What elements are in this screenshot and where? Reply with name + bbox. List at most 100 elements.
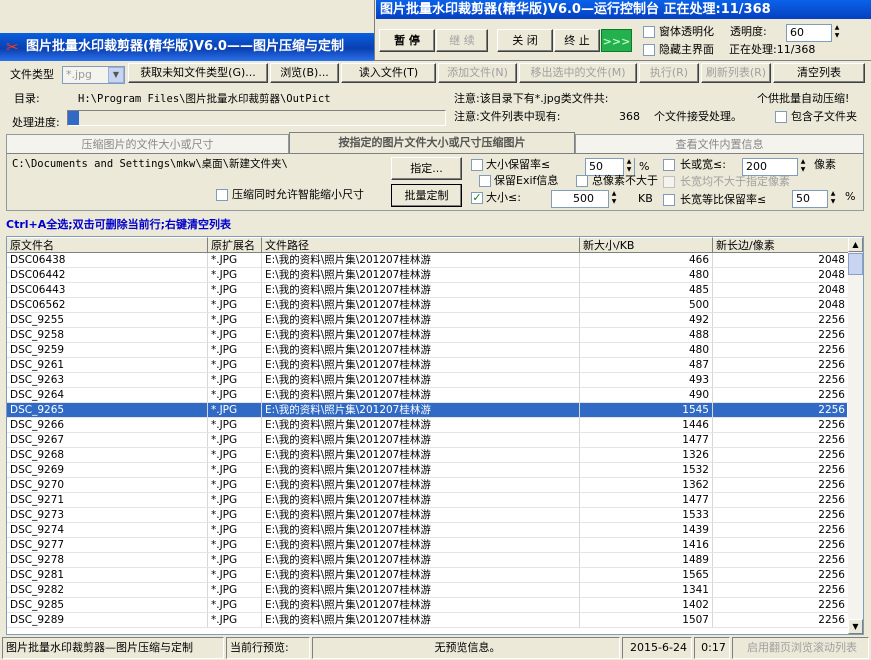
transparency-spin[interactable]: ▲ ▼ [831,24,842,42]
browse-button[interactable]: 浏览(B)... [270,63,339,83]
scroll-up-icon[interactable]: ▲ [848,237,863,252]
smart-shrink-checkbox[interactable] [216,189,228,201]
table-row[interactable]: DSC06562 *.JPG E:\我的资料\照片集\201207桂林游 500 204… [7,298,849,313]
cell-new-edge: 2256 [713,553,849,568]
col-header-path[interactable]: 文件路径 [262,237,580,253]
add-file-button[interactable]: 添加文件(N) [438,63,517,83]
cell-new-edge: 2048 [713,268,849,283]
cell-extension: *.JPG [208,523,262,538]
window-transparent-checkbox[interactable] [643,26,655,38]
scroll-thumb[interactable] [848,253,863,275]
hide-main-label: 隐藏主界面 [659,43,714,56]
close-button[interactable]: 关 闭 [497,29,553,52]
refresh-list-button[interactable]: 刷新列表(R) [701,63,771,83]
status-time: 0:17 [694,637,730,659]
table-row[interactable]: DSC_9261 *.JPG E:\我的资料\照片集\201207桂林游 487 225… [7,358,849,373]
cell-extension: *.JPG [208,568,262,583]
size-keep-rate-checkbox[interactable] [471,159,483,171]
keep-exif-checkbox[interactable] [479,175,491,187]
ratio-keep-value: 50 [796,192,810,205]
cell-path: E:\我的资料\照片集\201207桂林游 [262,553,580,568]
table-row[interactable]: DSC_9278 *.JPG E:\我的资料\照片集\201207桂林游 1489 22… [7,553,849,568]
cell-new-edge: 2256 [713,388,849,403]
cell-filename: DSC_9263 [7,373,208,388]
remove-selected-button[interactable]: 移出选中的文件(M) [519,63,637,83]
table-row[interactable]: DSC_9268 *.JPG E:\我的资料\照片集\201207桂林游 1326 22… [7,448,849,463]
table-row[interactable]: DSC_9258 *.JPG E:\我的资料\照片集\201207桂林游 488 225… [7,328,849,343]
batch-customize-button[interactable]: 批量定制 [391,184,462,207]
table-row[interactable]: DSC_9264 *.JPG E:\我的资料\照片集\201207桂林游 490 225… [7,388,849,403]
long-or-wide-input[interactable]: 200 [742,158,798,176]
table-row[interactable]: DSC_9255 *.JPG E:\我的资料\照片集\201207桂林游 492 225… [7,313,849,328]
resume-button[interactable]: 继 续 [436,29,488,52]
size-limit-spin[interactable]: ▲ ▼ [608,190,619,208]
total-pixels-label: 总像素不大于 [592,174,658,187]
ratio-keep-input[interactable]: 50 [792,190,828,208]
transparency-input[interactable]: 60 [786,24,832,42]
chevron-down-icon[interactable]: ▼ [108,67,124,83]
tab-compress-specified[interactable]: 按指定的图片文件大小或尺寸压缩图片 [289,132,575,154]
table-row[interactable]: DSC_9267 *.JPG E:\我的资料\照片集\201207桂林游 1477 22… [7,433,849,448]
cell-path: E:\我的资料\照片集\201207桂林游 [262,358,580,373]
table-row[interactable]: DSC_9285 *.JPG E:\我的资料\照片集\201207桂林游 1402 22… [7,598,849,613]
table-row[interactable]: DSC_9266 *.JPG E:\我的资料\照片集\201207桂林游 1446 22… [7,418,849,433]
col-header-new-size[interactable]: 新大小/KB [580,237,713,253]
table-row[interactable]: DSC_9277 *.JPG E:\我的资料\照片集\201207桂林游 1416 22… [7,538,849,553]
clear-list-button[interactable]: 清空列表 [773,63,865,83]
include-subfolders-checkbox[interactable] [775,111,787,123]
go-button[interactable]: >>> [601,29,632,52]
file-type-value: *.jpg [66,68,93,81]
cell-filename: DSC06442 [7,268,208,283]
col-header-filename[interactable]: 原文件名 [7,237,208,253]
size-limit-checkbox[interactable]: ✓ [471,192,483,204]
batch-compress-note: 个供批量自动压缩! [757,92,850,105]
scroll-down-icon[interactable]: ▼ [848,619,863,634]
total-pixels-checkbox[interactable] [576,175,588,187]
execute-button[interactable]: 执行(R) [639,63,699,83]
cell-extension: *.JPG [208,493,262,508]
col-header-extension[interactable]: 原扩展名 [208,237,262,253]
cell-extension: *.JPG [208,283,262,298]
specify-button[interactable]: 指定... [391,157,462,180]
get-unknown-type-button[interactable]: 获取未知文件类型(G)... [128,63,268,83]
table-row[interactable]: DSC_9270 *.JPG E:\我的资料\照片集\201207桂林游 1362 22… [7,478,849,493]
cell-new-size: 488 [580,328,713,343]
lw-not-exceed-checkbox[interactable] [663,176,675,188]
table-row[interactable]: DSC_9271 *.JPG E:\我的资料\照片集\201207桂林游 1477 22… [7,493,849,508]
table-row[interactable]: DSC_9281 *.JPG E:\我的资料\照片集\201207桂林游 1565 22… [7,568,849,583]
size-limit-label: 大小≤: [486,191,521,204]
pause-button[interactable]: 暂 停 [379,29,435,52]
table-row[interactable]: DSC_9273 *.JPG E:\我的资料\照片集\201207桂林游 1533 22… [7,508,849,523]
cell-filename: DSC_9289 [7,613,208,628]
table-row[interactable]: DSC_9282 *.JPG E:\我的资料\照片集\201207桂林游 1341 22… [7,583,849,598]
cell-path: E:\我的资料\照片集\201207桂林游 [262,538,580,553]
table-row[interactable]: DSC_9274 *.JPG E:\我的资料\照片集\201207桂林游 1439 22… [7,523,849,538]
table-row[interactable]: DSC_9259 *.JPG E:\我的资料\照片集\201207桂林游 480 225… [7,343,849,358]
stop-button[interactable]: 终 止 [554,29,600,52]
vertical-scrollbar[interactable]: ▲ ▼ [848,237,863,634]
cell-extension: *.JPG [208,343,262,358]
table-row[interactable]: DSC_9265 *.JPG E:\我的资料\照片集\201207桂林游 1545 22… [7,403,849,418]
read-file-button[interactable]: 读入文件(T) [341,63,436,83]
long-or-wide-checkbox[interactable] [663,159,675,171]
table-row[interactable]: DSC_9269 *.JPG E:\我的资料\照片集\201207桂林游 1532 22… [7,463,849,478]
col-header-new-edge[interactable]: 新长边/像素 [713,237,849,253]
tab-view-file-info[interactable]: 查看文件内置信息 [575,134,864,154]
hide-main-checkbox[interactable] [643,44,655,56]
cell-path: E:\我的资料\照片集\201207桂林游 [262,418,580,433]
size-limit-input[interactable]: 500 [551,190,609,208]
ratio-keep-spin[interactable]: ▲ ▼ [827,190,838,208]
scroll-mode-toggle[interactable]: 启用翻页浏览滚动列表 [732,637,869,659]
tab-compress-size[interactable]: 压缩图片的文件大小或尺寸 [6,134,289,154]
ratio-keep-checkbox[interactable] [663,194,675,206]
file-list[interactable]: 原文件名 原扩展名 文件路径 新大小/KB 新长边/像素 DSC06438 *.J… [6,236,864,635]
keep-exif-label: 保留Exif信息 [494,174,559,187]
table-row[interactable]: DSC06443 *.JPG E:\我的资料\照片集\201207桂林游 485 204… [7,283,849,298]
long-or-wide-spin[interactable]: ▲ ▼ [797,158,808,176]
cell-filename: DSC_9269 [7,463,208,478]
cell-filename: DSC_9265 [7,403,208,418]
table-row[interactable]: DSC06438 *.JPG E:\我的资料\照片集\201207桂林游 466 204… [7,253,849,268]
table-row[interactable]: DSC_9289 *.JPG E:\我的资料\照片集\201207桂林游 1507 22… [7,613,849,628]
table-row[interactable]: DSC_9263 *.JPG E:\我的资料\照片集\201207桂林游 493 225… [7,373,849,388]
table-row[interactable]: DSC06442 *.JPG E:\我的资料\照片集\201207桂林游 480 204… [7,268,849,283]
